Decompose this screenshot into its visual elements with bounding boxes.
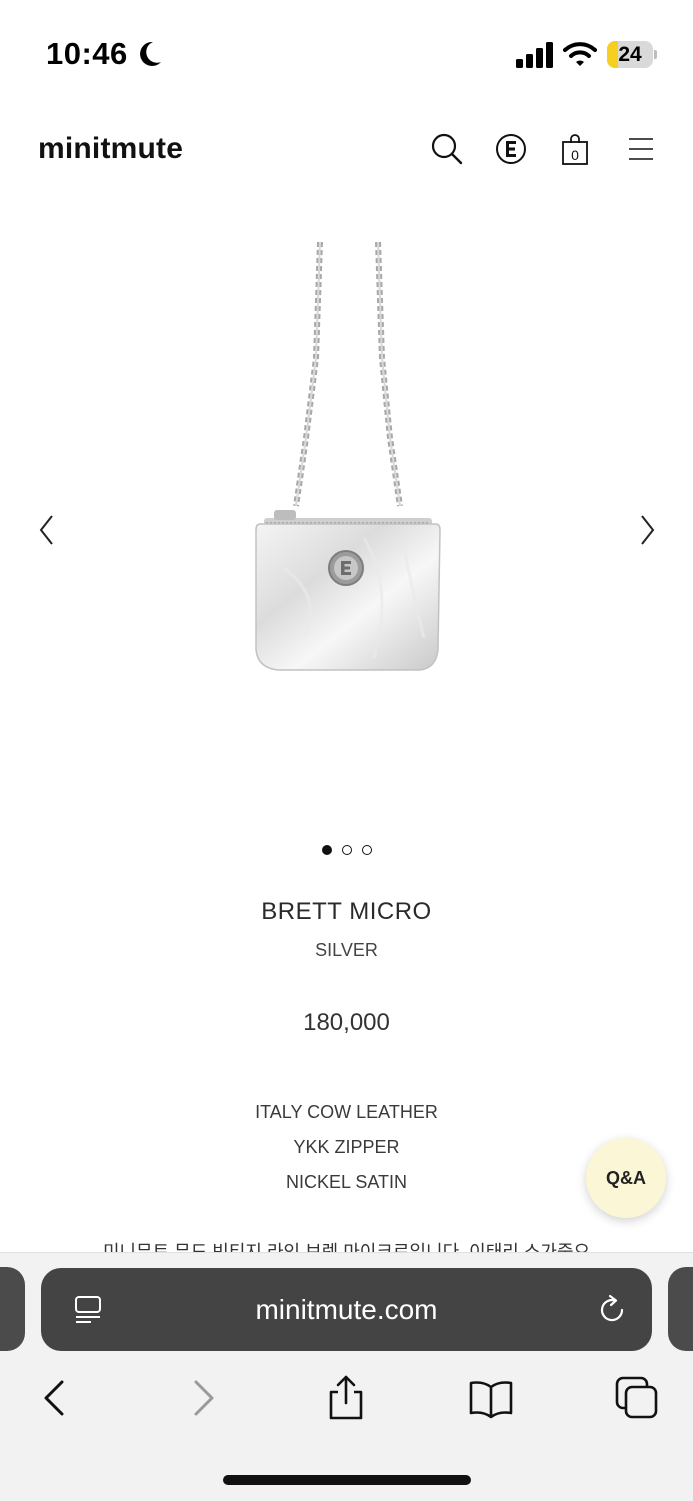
site-logo[interactable]: minitmute: [38, 132, 183, 166]
qa-button[interactable]: Q&A: [586, 1138, 666, 1218]
chevron-left-icon[interactable]: [36, 512, 58, 548]
next-tab-preview[interactable]: [668, 1267, 693, 1351]
product-spec: YKK ZIPPER: [293, 1137, 400, 1157]
product-price: 180,000: [303, 1009, 390, 1036]
reader-mode-icon[interactable]: [71, 1294, 105, 1328]
address-bar[interactable]: minitmute.com: [41, 1268, 652, 1351]
forward-icon[interactable]: [178, 1373, 228, 1423]
product-image[interactable]: [244, 238, 449, 686]
shopping-bag-button[interactable]: 0: [558, 132, 592, 166]
hamburger-menu-icon[interactable]: [624, 132, 658, 166]
status-bar: 10:46 24: [0, 0, 693, 100]
battery-level: 24: [618, 43, 642, 66]
tabs-icon[interactable]: [612, 1373, 662, 1423]
pagination-dot-2[interactable]: [341, 845, 352, 855]
bookmarks-icon[interactable]: [466, 1373, 516, 1423]
product-name: BRETT MICRO: [261, 898, 432, 925]
url-text[interactable]: minitmute.com: [41, 1268, 652, 1351]
moon-icon: [140, 41, 161, 66]
battery-cap: [654, 50, 657, 59]
signal-icon: [516, 42, 553, 68]
pagination-dot-1[interactable]: [321, 845, 332, 855]
previous-tab-preview[interactable]: [0, 1267, 25, 1351]
cart-count: 0: [571, 147, 579, 163]
search-icon[interactable]: [430, 132, 464, 166]
gallery-pagination: [0, 842, 693, 858]
product-gallery[interactable]: [0, 230, 693, 830]
e-logo-icon[interactable]: [494, 132, 528, 166]
battery-body: 24: [607, 41, 653, 68]
site-header: minitmute 0: [0, 118, 693, 182]
battery-icon: 24: [607, 41, 657, 68]
status-time: 10:46: [46, 36, 128, 71]
home-indicator[interactable]: [223, 1475, 471, 1485]
wifi-icon: [563, 42, 597, 66]
pagination-dot-3[interactable]: [361, 845, 372, 855]
product-spec: ITALY COW LEATHER: [255, 1102, 438, 1122]
reload-icon[interactable]: [595, 1293, 629, 1327]
back-icon[interactable]: [30, 1373, 80, 1423]
chevron-right-icon[interactable]: [636, 512, 658, 548]
shopping-bag-icon: 0: [562, 134, 588, 165]
browser-toolbar: minitmute.com: [0, 1252, 693, 1501]
product-color: SILVER: [315, 940, 378, 960]
share-icon[interactable]: [321, 1373, 371, 1423]
